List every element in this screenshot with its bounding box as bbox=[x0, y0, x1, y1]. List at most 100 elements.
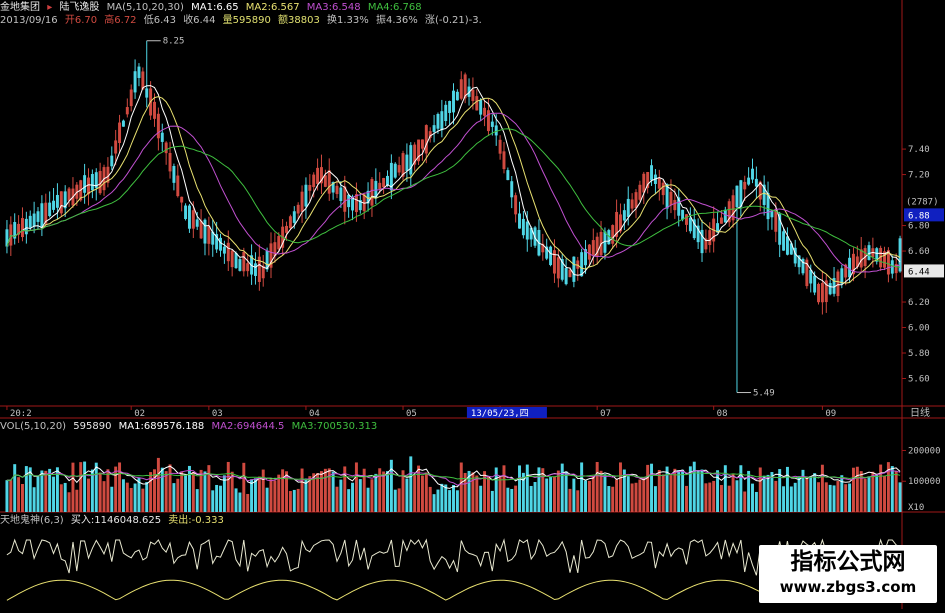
candle-body bbox=[153, 101, 156, 119]
vol-ma2: MA2:694644.5 bbox=[211, 421, 285, 432]
price-axis-label-7: 5.60 bbox=[908, 375, 930, 385]
price-axis-label-5: 6.00 bbox=[908, 324, 930, 334]
candle-body bbox=[222, 246, 226, 254]
cursor-date-label: 13/05/23,四 bbox=[471, 409, 529, 419]
volume-bar bbox=[17, 477, 21, 512]
volume-bar bbox=[704, 483, 708, 512]
volume-bar bbox=[242, 462, 246, 512]
candle-body bbox=[813, 275, 817, 293]
ma1-value: MA1:6.65 bbox=[191, 2, 239, 13]
volume-bar bbox=[719, 485, 723, 512]
volume-bar bbox=[339, 479, 343, 512]
candle-body bbox=[226, 242, 230, 262]
candle-body bbox=[308, 185, 312, 191]
volume-bar bbox=[195, 489, 199, 512]
candle-body bbox=[587, 244, 591, 260]
candle-body bbox=[145, 88, 149, 98]
volume-bar bbox=[63, 482, 67, 512]
volume-bar bbox=[731, 473, 735, 512]
volume-bar bbox=[634, 482, 638, 512]
volume-bar bbox=[848, 483, 852, 512]
candle-body bbox=[525, 221, 529, 240]
candle-body bbox=[253, 263, 257, 276]
volume-bar bbox=[898, 482, 902, 512]
price-axis-label-2: 6.80 bbox=[908, 222, 930, 232]
candle-body bbox=[735, 185, 739, 208]
volume-bar bbox=[712, 480, 716, 512]
candle-body bbox=[475, 96, 479, 111]
volume-bar bbox=[855, 466, 859, 512]
candle-body bbox=[669, 191, 673, 206]
volume-bar bbox=[607, 486, 611, 512]
candle-body bbox=[52, 200, 56, 210]
volume-bar bbox=[685, 485, 688, 512]
date-axis-label-3: 04 bbox=[309, 409, 320, 419]
volume-bar bbox=[817, 482, 820, 512]
candle-body bbox=[172, 166, 176, 183]
candle-body bbox=[685, 214, 688, 225]
volume-bar bbox=[486, 476, 490, 512]
volume-bar bbox=[638, 479, 642, 512]
candle-body bbox=[238, 259, 242, 271]
candle-body bbox=[785, 236, 789, 255]
volume-bar bbox=[253, 478, 257, 512]
volume-bar bbox=[867, 476, 871, 512]
volume-bar bbox=[48, 468, 52, 512]
candle-body bbox=[739, 180, 743, 207]
count-label: (2787) bbox=[906, 197, 939, 207]
volume-bar bbox=[440, 483, 444, 512]
candle-body bbox=[743, 181, 747, 190]
candle-body bbox=[9, 224, 13, 246]
ma3-value: MA3:6.548 bbox=[306, 2, 361, 13]
candle-body bbox=[650, 165, 654, 181]
watermark-badge: 指标公式网 www.zbgs3.com bbox=[759, 545, 937, 603]
candle-body bbox=[199, 220, 203, 239]
volume-bar bbox=[52, 476, 56, 512]
volume-bar bbox=[832, 485, 836, 512]
candle-body bbox=[506, 170, 510, 181]
candle-body bbox=[494, 125, 498, 136]
ind-title: 天地鬼神(6,3) bbox=[0, 515, 64, 526]
volume-bar bbox=[199, 469, 203, 512]
candle-body bbox=[168, 153, 172, 172]
volume-bar bbox=[141, 488, 145, 512]
volume-bar bbox=[125, 482, 129, 512]
volume-bar bbox=[836, 481, 840, 512]
candle-body bbox=[867, 245, 871, 260]
volume-bar bbox=[665, 466, 669, 512]
volume-bar bbox=[288, 491, 292, 512]
candle-body bbox=[638, 184, 642, 200]
candle-body bbox=[840, 268, 844, 284]
candle-body bbox=[397, 165, 401, 173]
volume-header: VOL(5,10,20) 595890 MA1:689576.188 MA2:6… bbox=[0, 420, 381, 433]
candle-body bbox=[118, 122, 122, 144]
volume-bar bbox=[692, 461, 696, 512]
candle-body bbox=[661, 182, 665, 196]
stock-name[interactable]: 金地集团 bbox=[0, 2, 40, 13]
indicator-name: 陆飞逸股 bbox=[59, 2, 100, 13]
candle-body bbox=[137, 66, 141, 78]
candle-body bbox=[323, 175, 327, 187]
volume-bar bbox=[448, 490, 452, 512]
volume-bar bbox=[514, 485, 518, 512]
volume-bar bbox=[20, 483, 24, 512]
candle-body bbox=[55, 194, 59, 208]
volume-bar bbox=[894, 470, 898, 512]
candle-body bbox=[782, 231, 786, 251]
volume-bar bbox=[145, 482, 149, 512]
candle-body bbox=[486, 110, 490, 132]
volume-bar bbox=[75, 489, 79, 512]
volume-bar bbox=[444, 484, 448, 512]
candle-body bbox=[195, 219, 199, 227]
volume-bar bbox=[424, 472, 428, 512]
volume-bar bbox=[389, 459, 393, 512]
volume-bar bbox=[265, 487, 269, 512]
candle-body bbox=[203, 219, 207, 244]
volume-bar bbox=[436, 489, 440, 512]
volume-value: 量595890 bbox=[222, 15, 271, 26]
volume-bar bbox=[615, 479, 619, 512]
candle-body bbox=[630, 199, 634, 209]
candle-body bbox=[708, 230, 712, 246]
candle-body bbox=[432, 125, 436, 132]
volume-bar bbox=[110, 486, 114, 512]
